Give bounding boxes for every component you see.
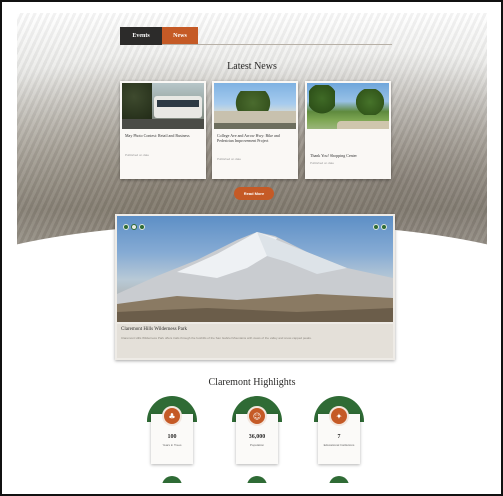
feature-caption-text: Claremont Hills Wilderness Park offers t… [121, 336, 312, 340]
tab-divider [162, 44, 392, 45]
feature-caption-title[interactable]: Claremont Hills Wilderness Park [121, 327, 187, 332]
highlight-card: ✦ 7 Educational Institutions [314, 396, 364, 483]
feature-photo-mountain[interactable] [117, 216, 393, 322]
tab-news[interactable]: News [162, 27, 198, 45]
news-section-title: Latest News [227, 61, 277, 72]
news-card[interactable]: Thank You! Shopping Center Published on … [305, 81, 391, 179]
news-card[interactable]: College Ave and Arrow Hwy: Bike and Pede… [212, 81, 298, 179]
highlight-foot [162, 476, 182, 483]
highlight-label: Educational Institutions [323, 443, 355, 447]
mountain-image [117, 232, 393, 322]
slider-arrow-right-icon[interactable] [381, 224, 387, 230]
highlight-number: 36,000 [248, 434, 266, 440]
slider-controls-left [123, 224, 145, 230]
people-icon: ☺ [247, 406, 267, 426]
read-more-button[interactable]: Read More [234, 187, 274, 200]
highlight-label: Years in Trees [162, 443, 182, 447]
news-meta: Published on date [217, 157, 242, 161]
highlight-card: ☺ 36,000 Population [232, 396, 282, 483]
slider-pause-icon[interactable] [131, 224, 137, 230]
slider-prev-icon[interactable] [123, 224, 129, 230]
news-card[interactable]: May Photo Contest: Retail and Business P… [120, 81, 206, 179]
highlight-number: 100 [167, 434, 177, 440]
tab-bar: Events News [120, 27, 198, 45]
news-headline[interactable]: College Ave and Arrow Hwy: Bike and Pede… [217, 133, 293, 143]
tab-events[interactable]: Events [120, 27, 162, 45]
slider-arrow-left-icon[interactable] [373, 224, 379, 230]
slider-controls-right [373, 224, 387, 230]
highlight-foot [247, 476, 267, 483]
highlight-label: Population [249, 443, 265, 447]
news-thumbnail-bus[interactable] [122, 83, 204, 129]
feature-caption: Claremont Hills Wilderness Park Claremon… [117, 324, 393, 358]
highlight-foot [329, 476, 349, 483]
highlight-number: 7 [337, 434, 341, 440]
highlight-card: ♣ 100 Years in Trees [147, 396, 197, 483]
slider-next-icon[interactable] [139, 224, 145, 230]
page: Events News Latest News May Photo Contes… [17, 13, 487, 483]
highlights-section-title: Claremont Highlights [208, 377, 296, 388]
news-headline[interactable]: May Photo Contest: Retail and Business [125, 133, 201, 138]
news-headline[interactable]: Thank You! Shopping Center [310, 153, 386, 158]
news-meta: Published on date [310, 161, 335, 165]
news-thumbnail-park[interactable] [307, 83, 389, 129]
feature-slider: Claremont Hills Wilderness Park Claremon… [115, 214, 395, 360]
news-meta: Published on date [125, 153, 150, 157]
school-icon: ✦ [329, 406, 349, 426]
tree-icon: ♣ [162, 406, 182, 426]
news-thumbnail-garage[interactable] [214, 83, 296, 129]
